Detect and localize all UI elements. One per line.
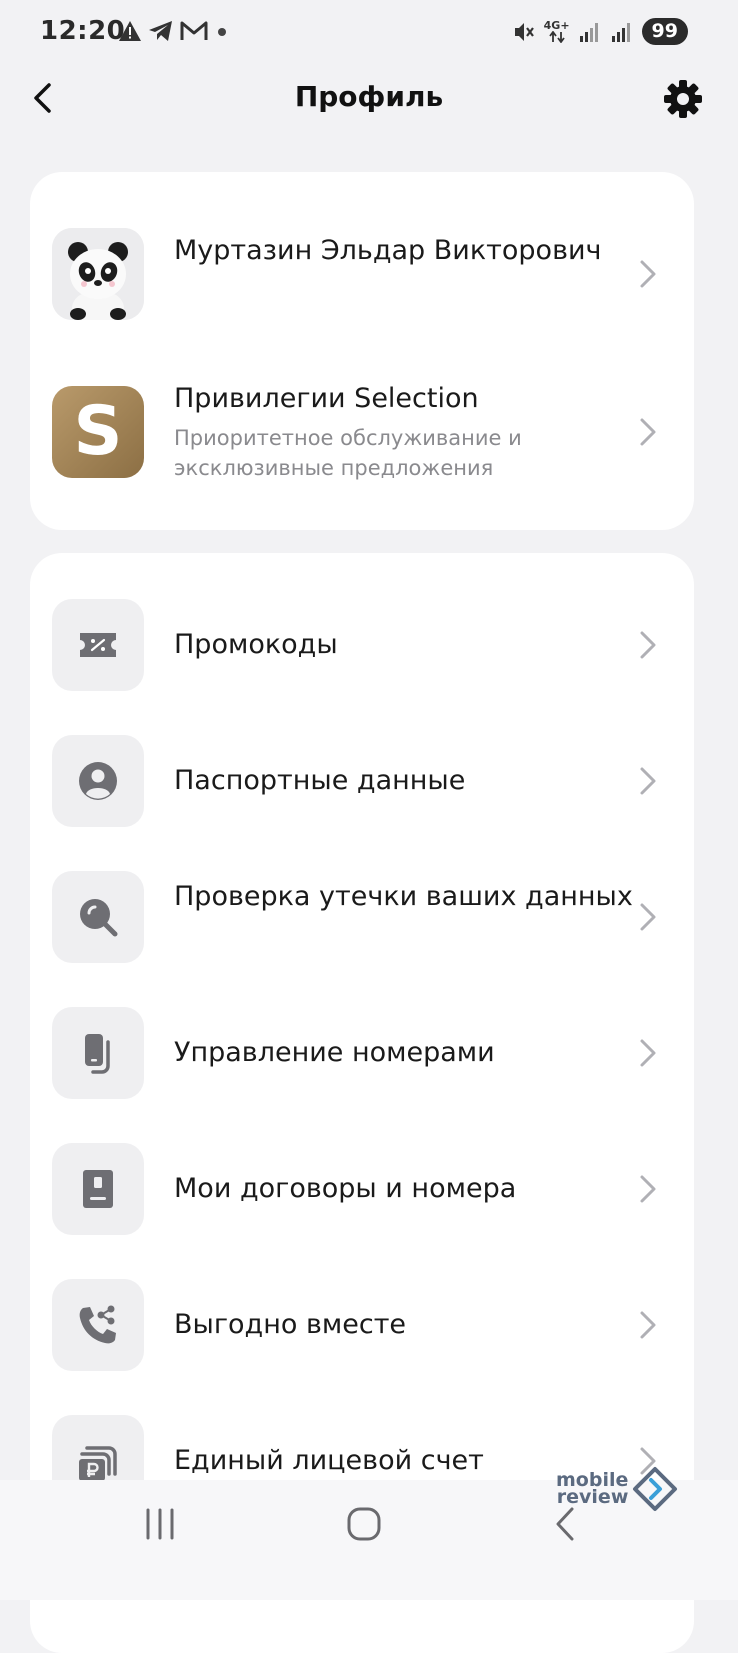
network-label: 4G+	[543, 19, 570, 32]
status-bar: 12:20 4G+ 99	[0, 0, 738, 66]
menu-item-label: Проверка утечки ваших данных	[174, 881, 633, 912]
menu-item-label: Промокоды	[174, 629, 338, 660]
chevron-right-icon	[640, 1175, 656, 1203]
network-indicator: 4G+	[544, 20, 570, 43]
phone-share-icon	[79, 1305, 116, 1344]
selection-badge: S	[52, 386, 144, 478]
menu-item-text: Выгодно вместе	[174, 1304, 634, 1345]
menu-item-text: Проверка утечки ваших данных	[174, 876, 634, 917]
menu-item-icon-tile	[52, 599, 144, 691]
menu-item-icon-tile	[52, 1007, 144, 1099]
data-arrows-icon	[548, 31, 565, 43]
watermark-logo-icon	[633, 1467, 678, 1511]
watermark-line2: review	[556, 1486, 629, 1508]
page-title: Профиль	[294, 80, 444, 113]
status-time: 12:20	[40, 16, 126, 46]
gear-icon	[664, 80, 702, 118]
menu-item-icon-tile	[52, 1143, 144, 1235]
mail-icon	[180, 21, 208, 40]
battery-indicator: 99	[641, 18, 688, 45]
dot-icon	[218, 28, 226, 36]
person-icon	[79, 762, 117, 800]
signal-icon	[579, 22, 598, 42]
phone-sim-icon	[85, 1034, 110, 1074]
menu-item-icon-tile	[52, 735, 144, 827]
home-button[interactable]	[344, 1504, 384, 1548]
settings-button[interactable]	[662, 78, 704, 120]
menu-item-contracts[interactable]: Мои договоры и номера	[30, 1143, 694, 1235]
menu-item-text: Мои договоры и номера	[174, 1168, 634, 1209]
home-icon	[347, 1507, 381, 1541]
menu-item-label: Паспортные данные	[174, 765, 466, 796]
menu-item-number-management[interactable]: Управление номерами	[30, 1007, 694, 1099]
profile-card: Муртазин Эльдар Викторович S Привилегии …	[30, 172, 694, 530]
menu-item-text: Промокоды	[174, 624, 634, 665]
search-icon	[80, 899, 118, 937]
menu-item-icon-tile	[52, 871, 144, 963]
watermark: mobile review	[556, 1466, 678, 1512]
chevron-right-icon	[640, 418, 656, 446]
profile-text: Муртазин Эльдар Викторович	[174, 230, 634, 271]
chevron-right-icon	[640, 767, 656, 795]
privileges-row[interactable]: S Привилегии Selection Приоритетное обсл…	[30, 383, 694, 480]
chevron-right-icon	[640, 1039, 656, 1067]
mute-icon	[514, 22, 534, 41]
privileges-text: Привилегии Selection Приоритетное обслуж…	[174, 378, 634, 483]
ruble-account-icon	[79, 1446, 117, 1481]
selection-badge-letter: S	[73, 392, 123, 471]
avatar	[52, 228, 144, 320]
chevron-right-icon	[640, 1311, 656, 1339]
recent-apps-icon	[146, 1508, 174, 1540]
menu-item-label: Управление номерами	[174, 1037, 495, 1068]
profile-name: Муртазин Эльдар Викторович	[174, 235, 602, 266]
notification-icons	[118, 20, 230, 42]
contract-book-icon	[83, 1170, 113, 1208]
menu-item-text: Управление номерами	[174, 1032, 634, 1073]
telegram-icon	[149, 21, 172, 41]
profile-row[interactable]: Муртазин Эльдар Викторович	[30, 228, 694, 320]
menu-item-together[interactable]: Выгодно вместе	[30, 1279, 694, 1371]
recent-apps-button[interactable]	[142, 1504, 178, 1548]
menu-item-promocodes[interactable]: Промокоды	[30, 599, 694, 691]
menu-item-data-leak-check[interactable]: Проверка утечки ваших данных	[30, 871, 694, 963]
watermark-text: mobile review	[556, 1471, 629, 1508]
chevron-right-icon	[640, 631, 656, 659]
chevron-right-icon	[640, 903, 656, 931]
system-icons: 4G+ 99	[512, 18, 688, 45]
menu-item-label: Мои договоры и номера	[174, 1173, 517, 1204]
promo-ticket-icon	[80, 633, 116, 657]
chevron-right-icon	[640, 260, 656, 288]
signal-icon-2	[611, 22, 630, 42]
menu-item-icon-tile	[52, 1279, 144, 1371]
header: Профиль	[0, 66, 738, 136]
privileges-title: Привилегии Selection	[174, 383, 479, 414]
privileges-subtitle: Приоритетное обслуживание и эксклюзивные…	[174, 426, 522, 480]
menu-item-text: Паспортные данные	[174, 760, 634, 801]
menu-item-label: Выгодно вместе	[174, 1309, 407, 1340]
warning-icon	[119, 21, 141, 41]
menu-item-passport[interactable]: Паспортные данные	[30, 735, 694, 827]
panda-avatar-icon	[52, 228, 144, 320]
